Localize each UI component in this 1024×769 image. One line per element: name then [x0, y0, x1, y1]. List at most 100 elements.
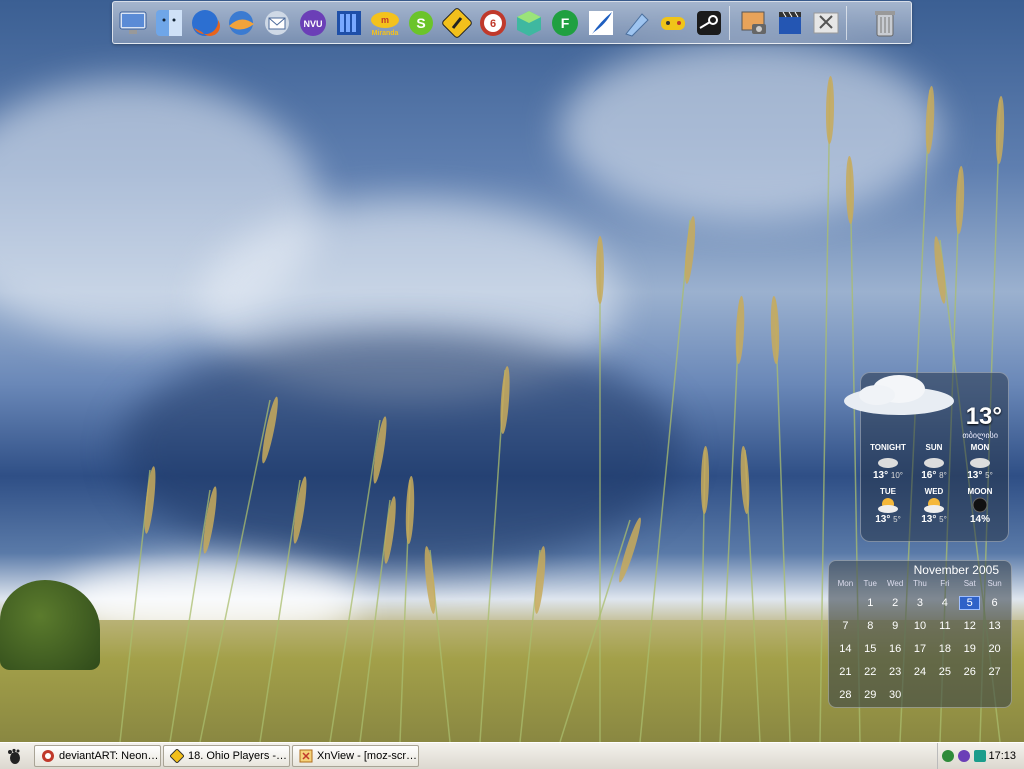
- calendar-today[interactable]: 5: [959, 595, 981, 610]
- task-button[interactable]: 18. Ohio Players - Lo...: [163, 745, 290, 767]
- svg-text:NVU: NVU: [303, 19, 322, 29]
- weekday-label: Tue: [863, 579, 878, 588]
- feather-icon[interactable]: [585, 7, 617, 39]
- task-button[interactable]: XnView - [moz-scree...: [292, 745, 419, 767]
- forecast-low: 5°: [985, 471, 993, 480]
- calendar-day[interactable]: 30: [883, 689, 908, 701]
- calendar-day[interactable]: 17: [908, 643, 933, 655]
- trash-icon[interactable]: [869, 7, 901, 39]
- grass-stem: [774, 299, 791, 742]
- dock-separator: [846, 5, 847, 40]
- calendar-day[interactable]: 20: [982, 643, 1007, 655]
- calendar-day[interactable]: 12: [957, 620, 982, 632]
- calendar-day[interactable]: 26: [957, 666, 982, 678]
- calendar-day[interactable]: 28: [833, 689, 858, 701]
- nvu-tray-icon[interactable]: [958, 750, 970, 762]
- task-label: 18. Ohio Players - Lo...: [188, 750, 289, 762]
- grass-stem: [329, 419, 381, 742]
- grass-seedhead: [500, 366, 510, 434]
- gamepad-icon[interactable]: [657, 7, 689, 39]
- tools-icon[interactable]: [810, 7, 842, 39]
- calendar-day[interactable]: 25: [932, 666, 957, 678]
- calendar-widget[interactable]: November 2005 Mon Tue Wed Thu Fri Sat Su…: [828, 560, 1012, 708]
- svg-text:F: F: [561, 15, 570, 31]
- grass-seedhead: [144, 466, 156, 534]
- calendar-day[interactable]: 13: [982, 620, 1007, 632]
- taskbar: deviantART: Neonmil... 18. Ohio Players …: [0, 742, 1024, 769]
- calendar-day[interactable]: 8: [858, 620, 883, 632]
- calendar-day[interactable]: 14: [833, 643, 858, 655]
- forecast-day-label: MON: [970, 443, 990, 452]
- forecast-day-label: TONIGHT: [870, 443, 906, 452]
- thunderbird-icon[interactable]: [225, 7, 257, 39]
- firefox-icon[interactable]: [189, 7, 221, 39]
- grass-seedhead: [995, 96, 1005, 164]
- calendar-day[interactable]: 9: [883, 620, 908, 632]
- grass-seedhead: [424, 546, 436, 614]
- photo-icon[interactable]: [738, 7, 770, 39]
- cloud-icon: [957, 452, 1003, 470]
- mail-icon[interactable]: [261, 7, 293, 39]
- library-icon[interactable]: [333, 7, 365, 39]
- calendar-day[interactable]: 23: [883, 666, 908, 678]
- task-label: deviantART: Neonmil...: [59, 750, 160, 762]
- calendar-weekday-row: Mon Tue Wed Thu Fri Sat Sun: [833, 579, 1007, 588]
- cloud-icon: [911, 452, 957, 470]
- finder-icon[interactable]: [153, 7, 185, 39]
- calendar-day[interactable]: 22: [858, 666, 883, 678]
- grass-seedhead: [845, 156, 855, 224]
- calendar-day[interactable]: 27: [982, 666, 1007, 678]
- grass-seedhead: [770, 296, 780, 364]
- current-temperature: 13°: [965, 403, 1002, 430]
- calendar-day[interactable]: 10: [908, 620, 933, 632]
- forecast-day: MON 13° 5°: [957, 443, 1003, 481]
- cube-icon[interactable]: [513, 7, 545, 39]
- grass-seedhead: [825, 76, 835, 144]
- forecast-day-label: WED: [924, 487, 944, 496]
- calendar-day[interactable]: 7: [833, 620, 858, 632]
- clock[interactable]: 17:13: [988, 750, 1016, 762]
- dock-separator: [729, 5, 730, 40]
- film-icon[interactable]: [774, 7, 806, 39]
- display-icon[interactable]: [117, 7, 149, 39]
- calendar-day[interactable]: 29: [858, 689, 883, 701]
- gnome-foot-icon: [8, 748, 20, 764]
- sun-cloud-icon: [865, 496, 911, 514]
- start-button[interactable]: [4, 747, 24, 765]
- winamp-icon: [169, 748, 185, 764]
- network-icon[interactable]: [942, 750, 954, 762]
- forecast-high: 16°: [921, 470, 937, 481]
- calendar-day[interactable]: 3: [908, 597, 933, 609]
- calendar-day[interactable]: 18: [932, 643, 957, 655]
- grass-seedhead: [684, 216, 696, 284]
- svg-text:6: 6: [490, 18, 496, 30]
- calendar-day[interactable]: 15: [858, 643, 883, 655]
- calendar-day[interactable]: 4: [932, 597, 957, 609]
- winamp-icon[interactable]: [441, 7, 473, 39]
- weather-widget[interactable]: 13° თბილისი TONIGHT 13° 10° SUN 16° 8° M…: [844, 372, 1009, 542]
- forecast-day: WED 13° 5°: [911, 487, 957, 525]
- task-button[interactable]: deviantART: Neonmil...: [34, 745, 161, 767]
- skype-icon[interactable]: S: [405, 7, 437, 39]
- calendar-day[interactable]: 21: [833, 666, 858, 678]
- forecast-day: SUN 16° 8°: [911, 443, 957, 481]
- opera-icon[interactable]: 6: [477, 7, 509, 39]
- calendar-day[interactable]: 6: [982, 597, 1007, 609]
- pen-icon[interactable]: [621, 7, 653, 39]
- sun-cloud-icon: [911, 496, 957, 514]
- app-tray-icon[interactable]: [974, 750, 986, 762]
- calendar-day[interactable]: 16: [883, 643, 908, 655]
- calendar-day[interactable]: 2: [883, 597, 908, 609]
- forecast-high: 13°: [921, 514, 937, 525]
- calendar-day[interactable]: 24: [908, 666, 933, 678]
- forecast-day-label: TUE: [880, 487, 896, 496]
- grass-seedhead: [534, 546, 546, 614]
- weekday-label: Wed: [886, 579, 904, 588]
- calendar-day[interactable]: 11: [932, 620, 957, 632]
- foobar-icon[interactable]: F: [549, 7, 581, 39]
- calendar-day[interactable]: 19: [957, 643, 982, 655]
- nvu-icon[interactable]: NVU: [297, 7, 329, 39]
- calendar-day[interactable]: 1: [858, 597, 883, 609]
- miranda-icon[interactable]: m Miranda: [369, 7, 401, 39]
- steam-icon[interactable]: [693, 7, 725, 39]
